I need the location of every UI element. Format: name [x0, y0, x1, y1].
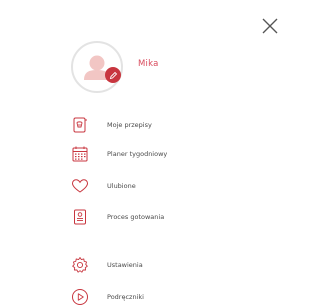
menu-item-label: Ustawienia: [107, 261, 143, 269]
clipboard-icon: [70, 207, 90, 227]
profile-avatar-block: [71, 41, 123, 93]
recipe-book-icon: [70, 115, 90, 135]
menu-item-label: Planer tygodniowy: [107, 150, 168, 158]
pencil-icon: [109, 71, 117, 79]
calendar-icon: [70, 144, 90, 164]
menu-item-label: Podręczniki: [107, 293, 144, 301]
menu-item-my-recipes[interactable]: Moje przepisy: [70, 114, 270, 136]
menu-item-handbooks[interactable]: Podręczniki: [70, 286, 270, 308]
username: Mika: [138, 59, 159, 69]
menu-item-weekly-planner[interactable]: Planer tygodniowy: [70, 143, 270, 165]
menu-item-label: Moje przepisy: [107, 121, 152, 129]
menu-item-cooking-process[interactable]: Proces gotowania: [70, 206, 270, 228]
menu-item-label: Ulubione: [107, 182, 136, 190]
play-icon: [70, 287, 90, 307]
menu-item-settings[interactable]: Ustawienia: [70, 254, 270, 276]
menu-item-label: Proces gotowania: [107, 213, 165, 221]
edit-avatar-button[interactable]: [105, 67, 121, 83]
gear-icon: [70, 255, 90, 275]
menu-item-favorites[interactable]: Ulubione: [70, 175, 270, 197]
close-icon: [262, 18, 278, 34]
heart-icon: [70, 176, 90, 196]
side-menu-panel: Mika Moje przepisy Planer tygodniowy Ulu…: [0, 0, 327, 308]
close-button[interactable]: [261, 17, 279, 35]
